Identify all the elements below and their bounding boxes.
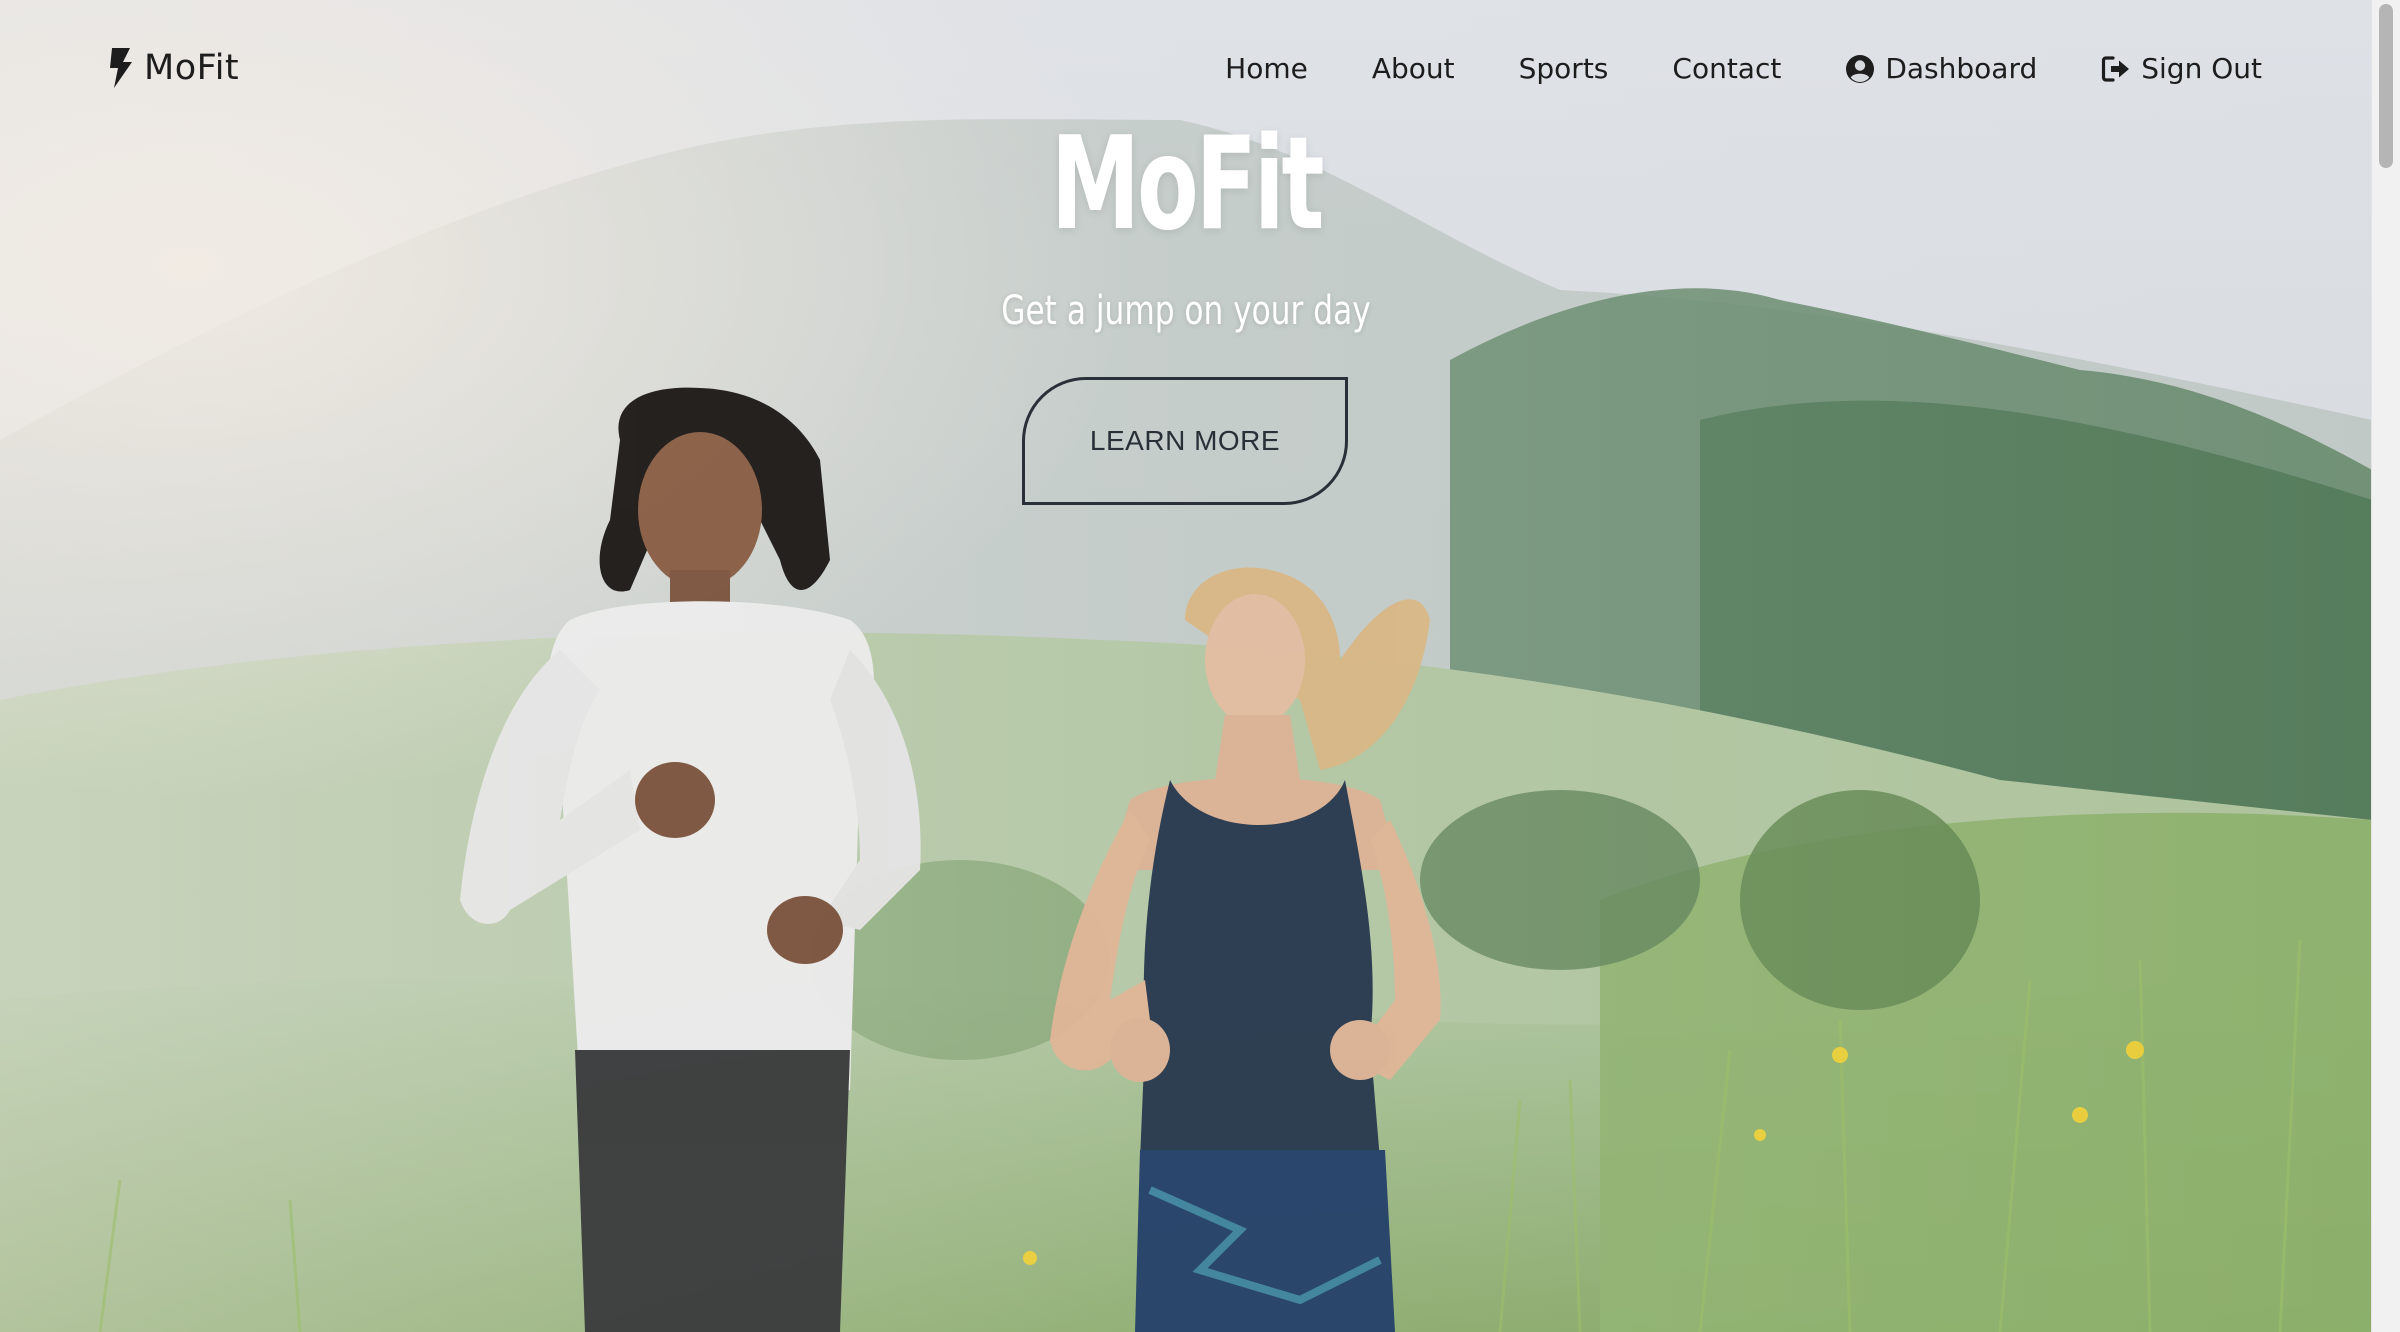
nav-sign-out-label: Sign Out: [2141, 52, 2262, 85]
hero-title: MoFit: [1050, 110, 1325, 259]
nav-about[interactable]: About: [1372, 52, 1455, 85]
nav-sign-out[interactable]: Sign Out: [2101, 52, 2262, 85]
nav-links: Home About Sports Contact Dashboard Sign…: [1225, 52, 2262, 85]
learn-more-button[interactable]: LEARN MORE: [1022, 377, 1348, 505]
nav-dashboard[interactable]: Dashboard: [1845, 52, 2037, 85]
nav-contact-label: Contact: [1672, 52, 1782, 85]
hero-subtitle: Get a jump on your day: [1001, 288, 1371, 334]
page: MoFit Home About Sports Contact Dashboar…: [0, 0, 2400, 1332]
bolt-icon: [110, 48, 132, 88]
nav-about-label: About: [1371, 52, 1455, 85]
user-circle-icon: [1846, 54, 1875, 83]
vertical-scrollbar[interactable]: [2371, 0, 2400, 1332]
brand-name: MoFit: [144, 48, 240, 88]
nav-dashboard-label: Dashboard: [1885, 52, 2038, 85]
nav-contact[interactable]: Contact: [1672, 52, 1781, 85]
sign-out-icon: [2102, 55, 2130, 82]
nav-home[interactable]: Home: [1225, 52, 1308, 85]
nav-sports-label: Sports: [1518, 52, 1609, 85]
brand-logo-link[interactable]: MoFit: [108, 48, 239, 88]
nav-sports[interactable]: Sports: [1519, 52, 1609, 85]
scrollbar-thumb[interactable]: [2379, 4, 2393, 168]
nav-home-label: Home: [1225, 52, 1308, 85]
